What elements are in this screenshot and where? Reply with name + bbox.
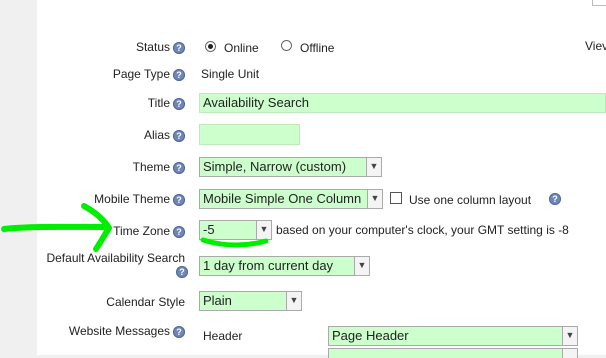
theme-select[interactable]: Simple, Narrow (custom) ▼ [199, 157, 382, 177]
help-icon[interactable]: ? [173, 41, 185, 54]
header-sub-label: Header [203, 329, 243, 343]
mobile-theme-select-value: Mobile Simple One Column [203, 191, 362, 206]
calendar-style-select[interactable]: Plain ▼ [199, 291, 302, 311]
calendar-style-select-value: Plain [203, 293, 232, 308]
alias-input[interactable] [199, 124, 300, 145]
chevron-down-icon: ▼ [354, 257, 369, 275]
help-icon[interactable]: ? [173, 193, 185, 206]
help-icon[interactable]: ? [173, 161, 185, 174]
status-offline-label: Offline [300, 41, 335, 55]
default-availability-select[interactable]: 1 day from current day ▼ [199, 256, 370, 276]
calendar-style-label: Calendar Style [106, 295, 185, 309]
chevron-down-icon [562, 349, 577, 358]
mobile-theme-select[interactable]: Mobile Simple One Column ▼ [199, 189, 383, 209]
page-header-select[interactable]: Page Header ▼ [328, 326, 578, 346]
title-label: Title? [148, 96, 185, 110]
help-icon[interactable]: ? [173, 68, 185, 81]
website-messages-label: Website Messages? [69, 324, 185, 338]
chevron-down-icon: ▼ [367, 190, 382, 208]
top-corner-box [592, 0, 606, 6]
chevron-down-icon: ▼ [256, 221, 271, 239]
help-icon[interactable]: ? [173, 225, 185, 238]
status-online-label: Online [224, 41, 259, 55]
page-type-value: Single Unit [201, 67, 260, 81]
time-zone-note: based on your computer's clock, your GMT… [276, 223, 569, 237]
status-online-radio[interactable] [205, 41, 216, 52]
theme-label: Theme? [133, 160, 185, 174]
default-availability-select-value: 1 day from current day [203, 258, 334, 273]
one-column-label: Use one column layout [409, 193, 532, 207]
title-input[interactable]: Availability Search [199, 93, 606, 113]
view-link-cutoff[interactable]: Viev [585, 39, 606, 53]
theme-select-value: Simple, Narrow (custom) [203, 159, 347, 174]
page-type-label: Page Type? [113, 67, 185, 81]
help-icon[interactable]: ? [173, 129, 185, 142]
chevron-down-icon: ▼ [366, 158, 381, 176]
status-label: Status? [136, 40, 185, 54]
time-zone-label: Time Zone? [113, 224, 185, 238]
status-offline-radio[interactable] [281, 40, 292, 51]
help-icon[interactable]: ? [173, 325, 185, 338]
next-select-partial[interactable] [328, 348, 578, 358]
time-zone-select-value: -5 [203, 222, 215, 237]
one-column-checkbox[interactable] [390, 192, 402, 204]
mobile-theme-label: Mobile Theme? [94, 192, 185, 206]
time-zone-select[interactable]: -5 ▼ [199, 220, 272, 240]
chevron-down-icon: ▼ [562, 327, 577, 345]
chevron-down-icon: ▼ [286, 292, 301, 310]
help-icon[interactable]: ? [176, 266, 188, 278]
alias-label: Alias? [144, 128, 185, 142]
page-header-select-value: Page Header [332, 328, 409, 343]
help-icon[interactable]: ? [173, 97, 185, 110]
default-availability-label: Default Availability Search [46, 251, 185, 265]
help-icon[interactable]: ? [549, 193, 561, 205]
